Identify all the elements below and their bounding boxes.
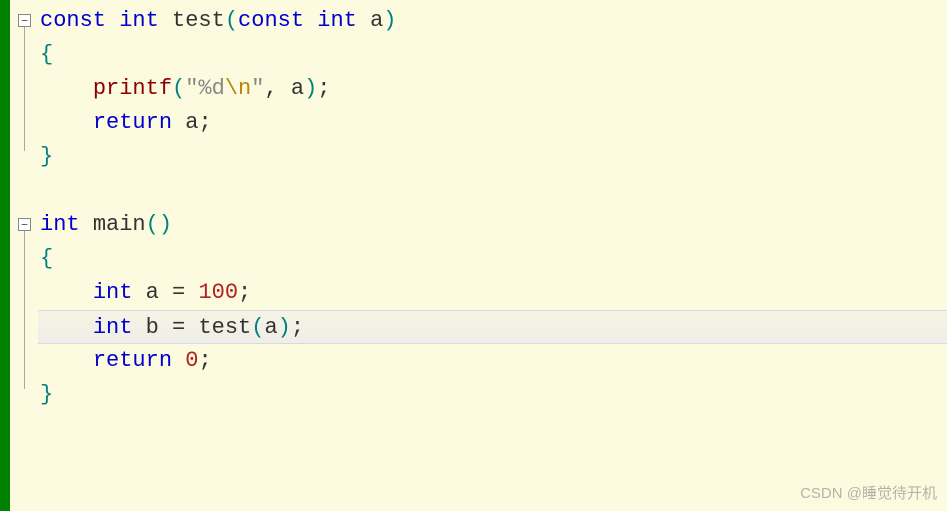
- code-line: }: [38, 378, 947, 412]
- token: [159, 8, 172, 33]
- token: [80, 212, 93, 237]
- token: test: [172, 8, 225, 33]
- code-line: int main(): [38, 208, 947, 242]
- token: a: [291, 76, 304, 101]
- token: [106, 8, 119, 33]
- token: (: [225, 8, 238, 33]
- token: =: [172, 280, 185, 305]
- token: [185, 315, 198, 340]
- token: int: [93, 315, 133, 340]
- token: 100: [198, 280, 238, 305]
- code-line: return 0;: [38, 344, 947, 378]
- token: ): [304, 76, 317, 101]
- token: [159, 280, 172, 305]
- token: ,: [264, 76, 290, 101]
- code-editor: −− const int test(const int a){ printf("…: [0, 0, 947, 511]
- fold-guide: [24, 27, 25, 151]
- token: return: [93, 348, 172, 373]
- code-line: }: [38, 140, 947, 174]
- token: [357, 8, 370, 33]
- token: }: [40, 382, 53, 407]
- token: "%d: [185, 76, 225, 101]
- token: [132, 280, 145, 305]
- left-gutter: [0, 0, 10, 511]
- code-area: const int test(const int a){ printf("%d\…: [38, 0, 947, 511]
- token: [172, 110, 185, 135]
- token: a: [146, 280, 159, 305]
- token: \n: [225, 76, 251, 101]
- token: a: [185, 110, 198, 135]
- token: a: [370, 8, 383, 33]
- watermark: CSDN @睡觉待开机: [800, 482, 937, 503]
- token: ;: [198, 110, 211, 135]
- token: b: [146, 315, 159, 340]
- code-line: int a = 100;: [38, 276, 947, 310]
- token: [172, 348, 185, 373]
- token: (: [172, 76, 185, 101]
- token: {: [40, 246, 53, 271]
- code-line: return a;: [38, 106, 947, 140]
- token: }: [40, 144, 53, 169]
- token: int: [93, 280, 133, 305]
- token: [304, 8, 317, 33]
- token: [40, 315, 93, 340]
- token: printf: [93, 76, 172, 101]
- code-line: {: [38, 242, 947, 276]
- fold-collapse-icon[interactable]: −: [18, 218, 31, 231]
- code-line: {: [38, 38, 947, 72]
- fold-guide: [24, 231, 25, 389]
- token: =: [172, 315, 185, 340]
- token: [40, 280, 93, 305]
- token: ;: [198, 348, 211, 373]
- token: ;: [291, 315, 304, 340]
- fold-column: −−: [10, 0, 38, 511]
- token: [40, 348, 93, 373]
- token: return: [93, 110, 172, 135]
- token: int: [40, 212, 80, 237]
- token: [40, 110, 93, 135]
- code-line: const int test(const int a): [38, 4, 947, 38]
- token: 0: [185, 348, 198, 373]
- code-line: [38, 174, 947, 208]
- token: const: [40, 8, 106, 33]
- token: {: [40, 42, 53, 67]
- token: [40, 76, 93, 101]
- token: int: [317, 8, 357, 33]
- token: [159, 315, 172, 340]
- token: main: [93, 212, 146, 237]
- token: ;: [238, 280, 251, 305]
- code-line: printf("%d\n", a);: [38, 72, 947, 106]
- token: ): [383, 8, 396, 33]
- token: (: [251, 315, 264, 340]
- token: (): [146, 212, 172, 237]
- fold-collapse-icon[interactable]: −: [18, 14, 31, 27]
- token: a: [264, 315, 277, 340]
- code-line: int b = test(a);: [38, 310, 947, 344]
- token: ;: [317, 76, 330, 101]
- token: test: [198, 315, 251, 340]
- token: int: [119, 8, 159, 33]
- token: ): [278, 315, 291, 340]
- token: [185, 280, 198, 305]
- token: const: [238, 8, 304, 33]
- token: ": [251, 76, 264, 101]
- token: [132, 315, 145, 340]
